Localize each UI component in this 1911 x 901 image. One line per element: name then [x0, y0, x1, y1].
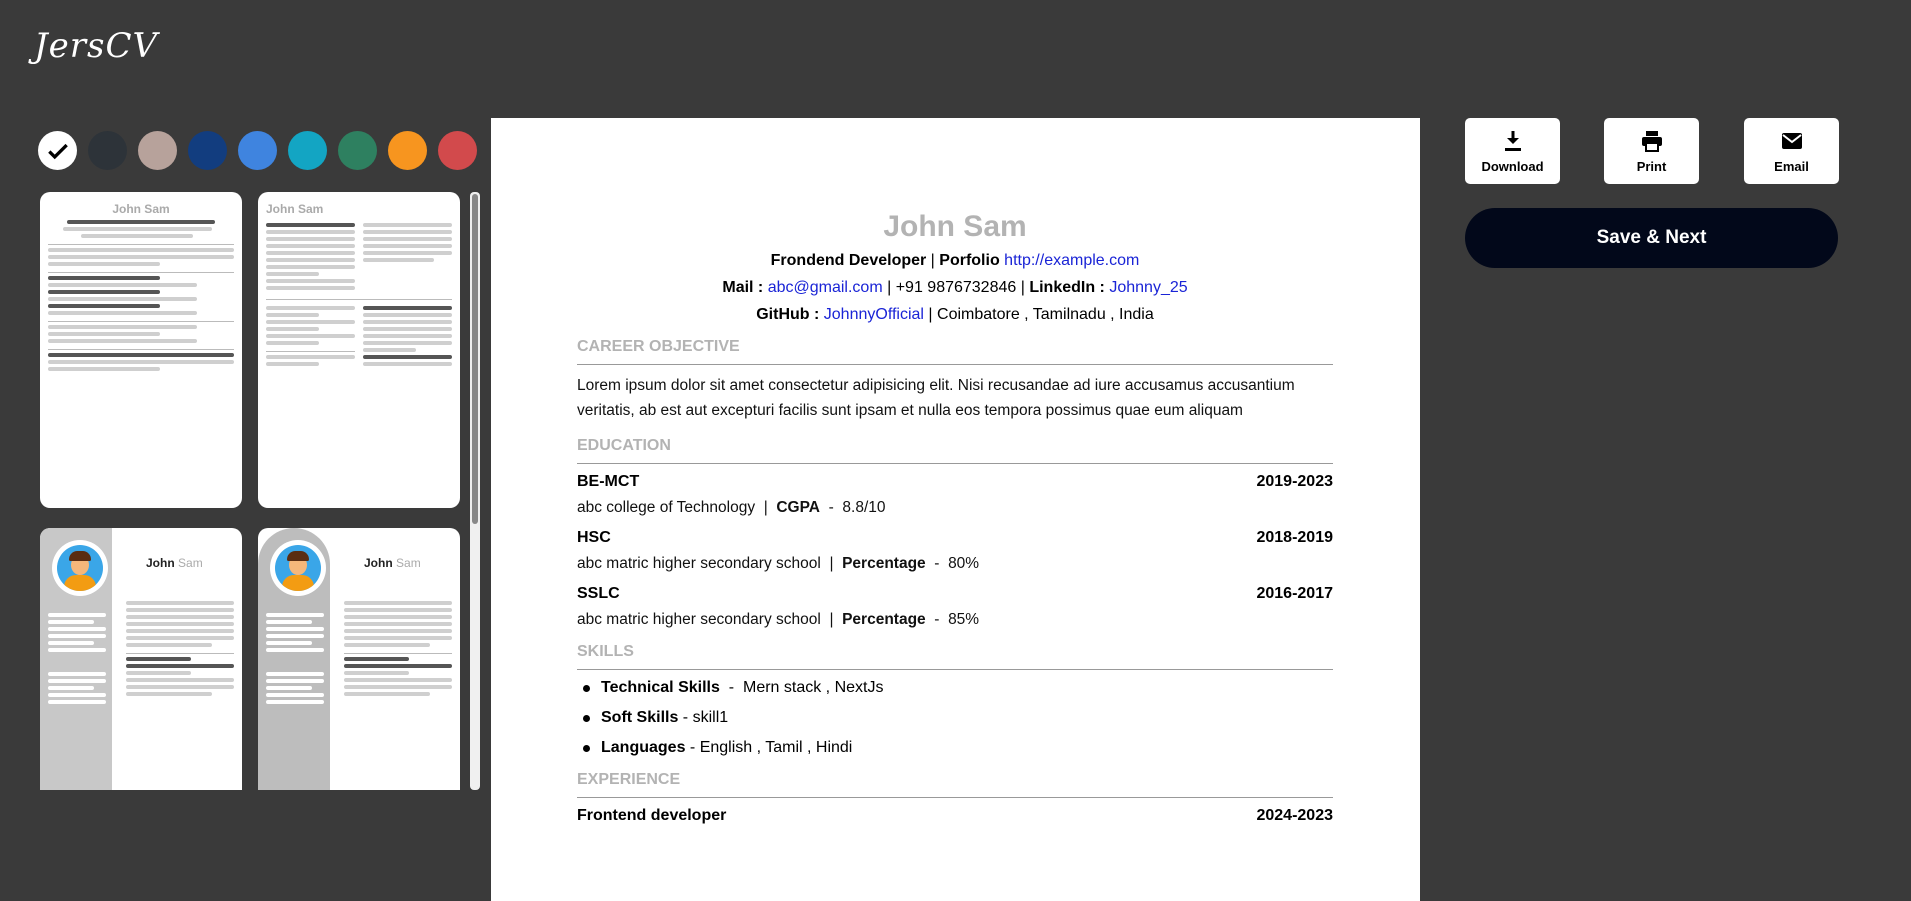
color-swatches: [38, 131, 477, 170]
resume-preview: John Sam Frondend Developer | Porfolio h…: [491, 118, 1420, 901]
template-name: John Sam: [112, 202, 170, 216]
section-experience: EXPERIENCE: [577, 771, 1333, 798]
color-swatch-navy[interactable]: [188, 131, 227, 170]
template-card-3[interactable]: John Sam: [40, 528, 242, 790]
skills-list: Technical Skills - Mern stack , NextJs S…: [577, 679, 1333, 757]
career-text: Lorem ipsum dolor sit amet consectetur a…: [577, 377, 1295, 419]
linkedin-link[interactable]: Johnny_25: [1109, 279, 1187, 296]
education-item: HSC 2018-2019 abc matric higher secondary…: [577, 529, 1333, 572]
template-name: John Sam: [266, 202, 324, 216]
color-swatch-red[interactable]: [438, 131, 477, 170]
email-link[interactable]: abc@gmail.com: [768, 279, 883, 296]
template-title: John Sam: [364, 556, 421, 570]
printer-icon: [1641, 130, 1662, 152]
template-card-1[interactable]: John Sam: [40, 192, 242, 508]
template-card-4[interactable]: John Sam: [258, 528, 460, 790]
app-logo: JersCV: [34, 26, 159, 66]
avatar: [52, 540, 108, 596]
resume-name: John Sam: [883, 210, 1027, 243]
color-swatch-charcoal[interactable]: [88, 131, 127, 170]
avatar: [270, 540, 326, 596]
skill-item: Soft Skills - skill1: [583, 709, 1333, 727]
resume-github-row: GitHub : JohnnyOfficial | Coimbatore , T…: [756, 306, 1154, 323]
color-swatch-white[interactable]: [38, 131, 77, 170]
resume-role-row: Frondend Developer | Porfolio http://exa…: [770, 252, 1140, 269]
email-button[interactable]: Email: [1744, 118, 1839, 184]
template-title: John Sam: [146, 556, 203, 570]
section-education: EDUCATION: [577, 437, 1333, 464]
color-swatch-blue[interactable]: [238, 131, 277, 170]
template-list[interactable]: John Sam John Sam John Sam John Sam: [40, 192, 480, 790]
check-icon: [47, 143, 68, 159]
education-item: SSLC 2016-2017 abc matric higher secondar…: [577, 585, 1333, 628]
download-button[interactable]: Download: [1465, 118, 1560, 184]
color-swatch-taupe[interactable]: [138, 131, 177, 170]
skill-item: Languages - English , Tamil , Hindi: [583, 739, 1333, 757]
resume-contact-row: Mail : abc@gmail.com | +91 9876732846 | …: [722, 279, 1188, 296]
education-item: BE-MCT 2019-2023 abc college of Technolog…: [577, 473, 1333, 516]
template-card-2[interactable]: John Sam: [258, 192, 460, 508]
color-swatch-cyan[interactable]: [288, 131, 327, 170]
skill-item: Technical Skills - Mern stack , NextJs: [583, 679, 1333, 697]
section-career: CAREER OBJECTIVE: [577, 338, 1333, 365]
github-link[interactable]: JohnnyOfficial: [824, 306, 924, 323]
color-swatch-orange[interactable]: [388, 131, 427, 170]
print-button[interactable]: Print: [1604, 118, 1699, 184]
template-scrollbar-thumb[interactable]: [472, 194, 478, 524]
color-swatch-green[interactable]: [338, 131, 377, 170]
experience-item: Frontend developer 2024-2023: [577, 807, 1333, 824]
section-skills: SKILLS: [577, 643, 1333, 670]
download-icon: [1504, 130, 1521, 151]
mail-icon: [1781, 132, 1802, 149]
portfolio-link[interactable]: http://example.com: [1004, 252, 1139, 269]
save-next-button[interactable]: Save & Next: [1465, 208, 1838, 268]
